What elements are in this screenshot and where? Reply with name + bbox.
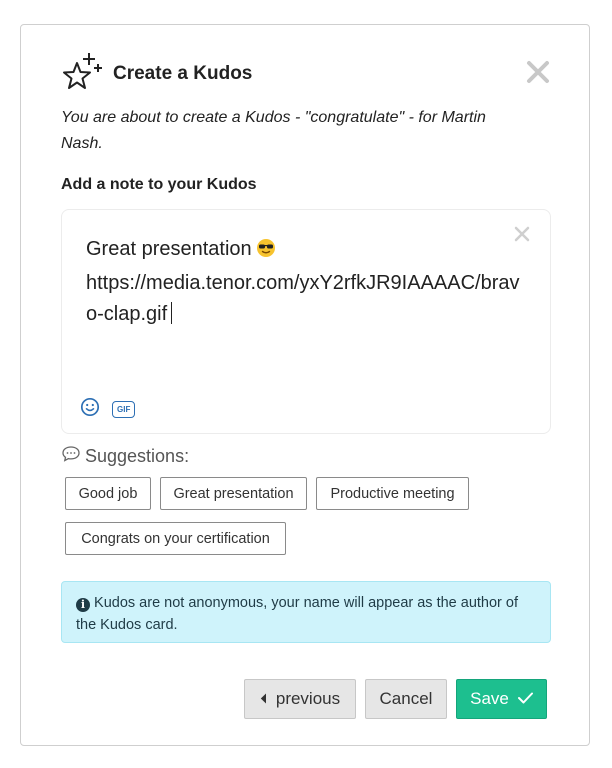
info-text: Kudos are not anonymous, your name will … (76, 595, 519, 633)
note-text[interactable]: Great presentation https://media.tenor.c… (86, 234, 526, 330)
info-icon: i (76, 598, 90, 612)
previous-button[interactable]: previous (244, 679, 356, 719)
gif-picker-button[interactable]: GIF (112, 401, 136, 418)
suggestions-heading: Suggestions: (61, 445, 189, 468)
suggestion-chip-good-job[interactable]: Good job (65, 477, 151, 510)
save-label: Save (470, 689, 509, 708)
info-alert: i Kudos are not anonymous, your name wil… (61, 581, 551, 643)
previous-label: previous (275, 689, 341, 708)
checkmark-icon (517, 689, 533, 709)
save-button[interactable]: Save (456, 679, 547, 719)
dialog-title: Create a Kudos (113, 62, 253, 84)
note-label: Add a note to your Kudos (61, 176, 257, 193)
suggestions-heading-text: Suggestions: (85, 446, 190, 466)
dialog-header: Create a Kudos (61, 51, 252, 96)
suggestion-chip-productive-meeting[interactable]: Productive meeting (316, 477, 469, 510)
editor-toolbar: GIF (80, 397, 136, 422)
intro-text: You are about to create a Kudos - "congr… (61, 109, 486, 152)
suggestion-chip-congrats-certification[interactable]: Congrats on your certification (65, 522, 286, 555)
caret-left-icon (260, 689, 267, 709)
suggestion-chip-great-presentation[interactable]: Great presentation (160, 477, 307, 510)
text-caret (171, 302, 173, 324)
close-icon[interactable] (523, 57, 553, 87)
create-kudos-dialog: Create a Kudos You are about to create a… (20, 24, 590, 746)
speech-bubble-icon (61, 445, 81, 468)
sunglasses-emoji-icon (256, 237, 276, 268)
cancel-button[interactable]: Cancel (365, 679, 447, 719)
clear-note-icon[interactable] (514, 226, 530, 242)
note-url-text: https://media.tenor.com/yxY2rfkJR9IAAAAC… (86, 272, 520, 325)
note-editor[interactable]: Great presentation https://media.tenor.c… (61, 209, 551, 434)
note-line-text: Great presentation (86, 238, 252, 260)
emoji-picker-icon[interactable] (80, 397, 100, 422)
star-sparkle-icon (61, 51, 105, 96)
